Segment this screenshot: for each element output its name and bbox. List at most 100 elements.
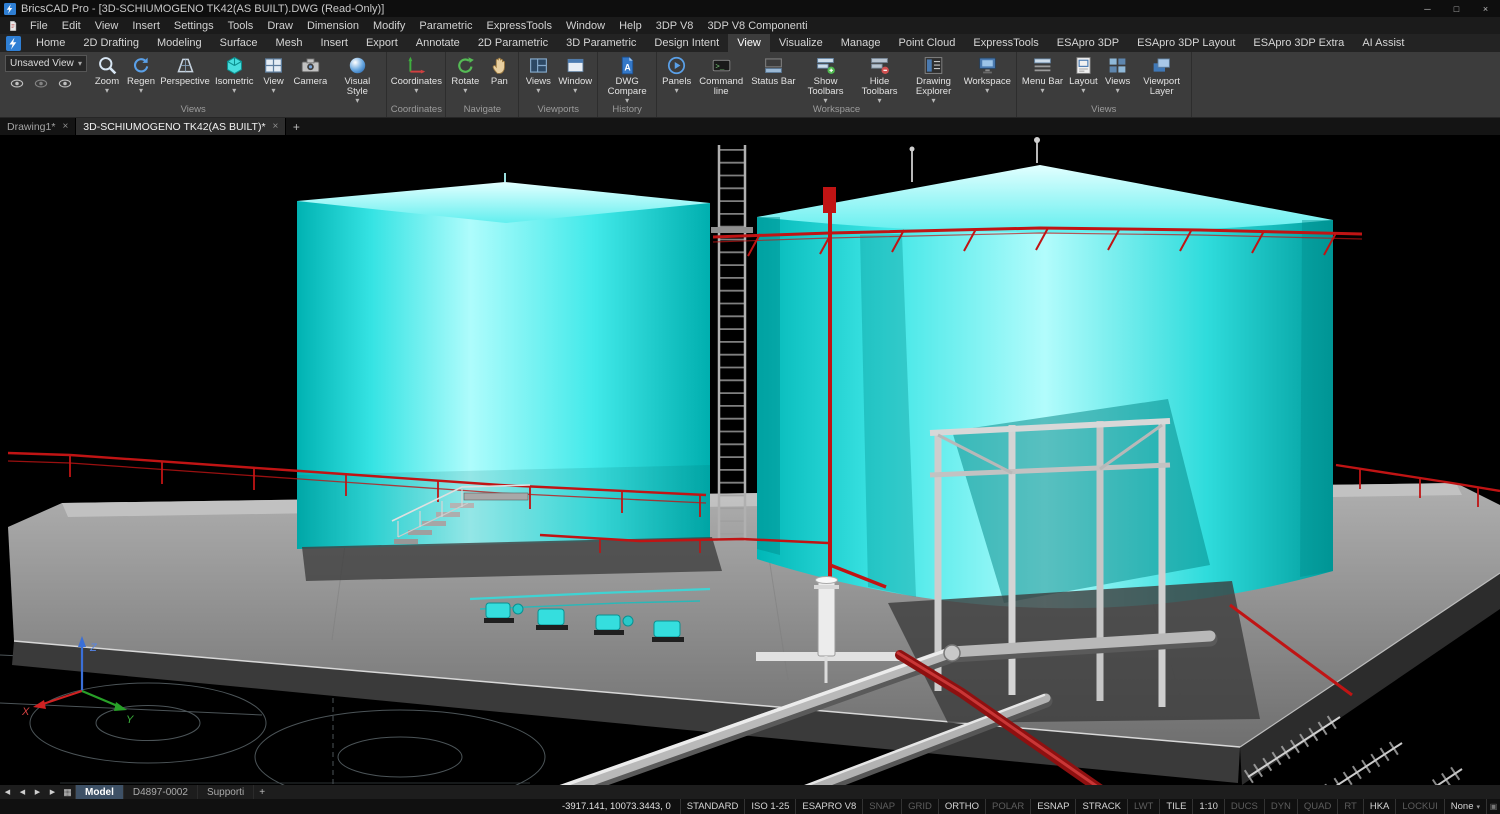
ribbon-button-regen[interactable]: Regen▾ <box>124 53 158 104</box>
status-toggle-esnap[interactable]: ESNAP <box>1030 799 1075 814</box>
ribbon-button-view[interactable]: View▾ <box>257 53 291 104</box>
ribbon-button-drawing-explorer[interactable]: Drawing Explorer▾ <box>907 53 961 104</box>
3d-viewport-canvas[interactable]: Z X Y <box>0 135 1500 785</box>
isolate-visibility-button[interactable] <box>55 76 75 91</box>
layout-tab-supporti[interactable]: Supporti <box>198 785 254 799</box>
status-toggle-ortho[interactable]: ORTHO <box>938 799 985 814</box>
menu-dimension[interactable]: Dimension <box>300 17 366 34</box>
menu-view[interactable]: View <box>88 17 126 34</box>
menu-window[interactable]: Window <box>559 17 612 34</box>
menu-expresstools[interactable]: ExpressTools <box>480 17 559 34</box>
status-toggle-rt[interactable]: RT <box>1337 799 1363 814</box>
status-toggle-snap[interactable]: SNAP <box>862 799 901 814</box>
ribbon-button-perspective[interactable]: Perspective <box>158 53 212 104</box>
status-toggle-quad[interactable]: QUAD <box>1297 799 1337 814</box>
ribbon-tab-3d-parametric[interactable]: 3D Parametric <box>557 34 645 52</box>
ribbon-tab-view[interactable]: View <box>728 34 770 52</box>
ribbon-button-pan[interactable]: Pan <box>482 53 516 104</box>
status-toggle-ducs[interactable]: DUCS <box>1224 799 1264 814</box>
status-toggle-lockui[interactable]: LOCKUI <box>1395 799 1443 814</box>
document-tab-drawing1[interactable]: Drawing1*× <box>0 118 76 135</box>
ribbon-tab-design-intent[interactable]: Design Intent <box>645 34 728 52</box>
menu-insert[interactable]: Insert <box>125 17 167 34</box>
status-toggle-strack[interactable]: STRACK <box>1075 799 1127 814</box>
document-tab-3d-schiumogeno-tk42-as-built[interactable]: 3D-SCHIUMOGENO TK42(AS BUILT)*× <box>76 118 286 135</box>
menu-draw[interactable]: Draw <box>260 17 300 34</box>
ribbon-tab-home[interactable]: Home <box>27 34 74 52</box>
close-icon[interactable]: × <box>62 121 68 132</box>
sheet-nav-tab-list-icon[interactable]: ▦ <box>60 785 76 799</box>
status-toggle-esapro-v8[interactable]: ESAPRO V8 <box>795 799 862 814</box>
ribbon-button-panels[interactable]: Panels▾ <box>659 53 694 104</box>
status-toggle-polar[interactable]: POLAR <box>985 799 1030 814</box>
close-icon[interactable]: × <box>273 121 279 132</box>
ribbon-button-viewport-layer[interactable]: Viewport Layer <box>1135 53 1189 104</box>
ribbon-button-camera[interactable]: Camera <box>291 53 331 104</box>
ribbon-tab-ai-assist[interactable]: AI Assist <box>1353 34 1413 52</box>
maximize-icon[interactable]: □ <box>1442 0 1471 17</box>
menu-parametric[interactable]: Parametric <box>412 17 479 34</box>
ribbon-tab-2d-parametric[interactable]: 2D Parametric <box>469 34 557 52</box>
sheet-nav-first-icon[interactable]: ◀ <box>0 785 15 799</box>
application-button[interactable] <box>0 34 27 52</box>
new-layout-button[interactable]: + <box>254 785 270 799</box>
ribbon-tab-mesh[interactable]: Mesh <box>267 34 312 52</box>
menu-tools[interactable]: Tools <box>221 17 261 34</box>
status-toggle-1-10[interactable]: 1:10 <box>1192 799 1224 814</box>
new-document-tab-button[interactable]: + <box>286 118 306 135</box>
view-name-combo[interactable]: Unsaved View▾ <box>5 55 87 72</box>
ribbon-button-menu-bar[interactable]: Menu Bar▾ <box>1019 53 1066 104</box>
menu-file[interactable]: File <box>23 17 55 34</box>
sheet-nav-last-icon[interactable]: ▶ <box>45 785 60 799</box>
ribbon-button-hide-toolbars[interactable]: Hide Toolbars▾ <box>853 53 907 104</box>
sheet-nav-next-icon[interactable]: ▶ <box>30 785 45 799</box>
ribbon-button-coordinates[interactable]: Coordinates▾ <box>389 53 443 104</box>
close-icon[interactable]: × <box>1471 0 1500 17</box>
ribbon-button-window[interactable]: Window▾ <box>555 53 595 104</box>
ribbon-button-views[interactable]: Views▾ <box>1101 53 1135 104</box>
status-toggle-none[interactable]: None▾ <box>1444 799 1486 814</box>
ribbon-tab-point-cloud[interactable]: Point Cloud <box>889 34 964 52</box>
layout-tab-model[interactable]: Model <box>76 785 124 799</box>
ribbon-button-rotate[interactable]: Rotate▾ <box>448 53 482 104</box>
menu-settings[interactable]: Settings <box>167 17 221 34</box>
status-toggle-iso-1-25[interactable]: ISO 1-25 <box>744 799 795 814</box>
ribbon-tab-expresstools[interactable]: ExpressTools <box>964 34 1047 52</box>
ribbon-button-layout[interactable]: Layout▾ <box>1066 53 1101 104</box>
status-toggle-hka[interactable]: HKA <box>1363 799 1396 814</box>
ribbon-tab-visualize[interactable]: Visualize <box>770 34 832 52</box>
menu-modify[interactable]: Modify <box>366 17 412 34</box>
ribbon-tab-insert[interactable]: Insert <box>311 34 357 52</box>
ribbon-tab-esapro-3dp-extra[interactable]: ESApro 3DP Extra <box>1244 34 1353 52</box>
ribbon-button-zoom[interactable]: Zoom▾ <box>90 53 124 104</box>
status-toggle-tile[interactable]: TILE <box>1159 799 1192 814</box>
minimize-icon[interactable]: ─ <box>1413 0 1442 17</box>
ribbon-tab-modeling[interactable]: Modeling <box>148 34 211 52</box>
ribbon-tab-2d-drafting[interactable]: 2D Drafting <box>74 34 148 52</box>
status-toggle-standard[interactable]: STANDARD <box>680 799 745 814</box>
status-toggle-grid[interactable]: GRID <box>901 799 938 814</box>
status-toggle-dyn[interactable]: DYN <box>1264 799 1297 814</box>
layout-tab-d4897-0002[interactable]: D4897-0002 <box>124 785 198 799</box>
sheet-nav-previous-icon[interactable]: ◀ <box>15 785 30 799</box>
ribbon-tab-surface[interactable]: Surface <box>211 34 267 52</box>
menu-3dp-v8-componenti[interactable]: 3DP V8 Componenti <box>700 17 814 34</box>
ribbon-tab-annotate[interactable]: Annotate <box>407 34 469 52</box>
ribbon-button-dwg-compare[interactable]: ADWG Compare▾ <box>600 53 654 104</box>
ribbon-button-show-toolbars[interactable]: Show Toolbars▾ <box>799 53 853 104</box>
ribbon-button-visual-style[interactable]: Visual Style▾ <box>330 53 384 104</box>
ribbon-button-command-line[interactable]: >_Command line <box>694 53 748 104</box>
statusbar-grip[interactable]: ▣ <box>1486 799 1500 814</box>
ribbon-tab-manage[interactable]: Manage <box>832 34 890 52</box>
entity-visibility-button[interactable] <box>31 76 51 91</box>
menu-edit[interactable]: Edit <box>55 17 88 34</box>
status-toggle-lwt[interactable]: LWT <box>1127 799 1159 814</box>
layer-visibility-button[interactable] <box>7 76 27 91</box>
ribbon-tab-esapro-3dp[interactable]: ESApro 3DP <box>1048 34 1128 52</box>
ribbon-button-workspace[interactable]: Workspace▾ <box>961 53 1014 104</box>
ribbon-tab-esapro-3dp-layout[interactable]: ESApro 3DP Layout <box>1128 34 1244 52</box>
ribbon-tab-export[interactable]: Export <box>357 34 407 52</box>
ribbon-button-views[interactable]: Views▾ <box>521 53 555 104</box>
ribbon-button-isometric[interactable]: Isometric▾ <box>212 53 257 104</box>
ribbon-button-status-bar[interactable]: Status Bar <box>748 53 798 104</box>
